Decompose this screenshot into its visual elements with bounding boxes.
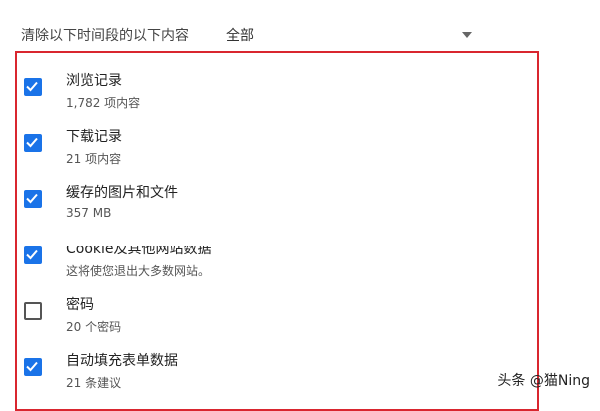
time-range-row: 清除以下时间段的以下内容 全部	[21, 22, 472, 48]
item-subtitle: 1,782 项内容	[66, 96, 141, 110]
checkbox-unchecked-icon[interactable]	[24, 302, 42, 320]
checkbox-checked-icon[interactable]	[24, 246, 42, 264]
item-title: 密码	[66, 297, 94, 313]
watermark: 头条 @猫Ning	[497, 373, 590, 389]
item-autofill[interactable]: 自动填充表单数据 21 条建议	[20, 338, 520, 390]
item-subtitle: 21 项内容	[66, 152, 122, 166]
time-range-select[interactable]: 全部	[226, 22, 476, 48]
item-title: 浏览记录	[66, 73, 122, 89]
item-subtitle: 这将使您退出大多数网站。	[66, 264, 211, 278]
item-subtitle: 357 MB	[66, 206, 112, 220]
item-subtitle: 21 条建议	[66, 376, 122, 390]
checkbox-checked-icon[interactable]	[24, 358, 42, 376]
item-passwords[interactable]: 密码 20 个密码	[20, 282, 520, 334]
time-range-label: 清除以下时间段的以下内容	[21, 28, 189, 44]
item-download-history[interactable]: 下载记录 21 项内容	[20, 114, 520, 166]
item-cookies[interactable]: Cookie及其他网站数据 这将使您退出大多数网站。	[20, 226, 520, 278]
checkbox-checked-icon[interactable]	[24, 190, 42, 208]
checkbox-checked-icon[interactable]	[24, 78, 42, 96]
item-browsing-history[interactable]: 浏览记录 1,782 项内容	[20, 58, 520, 110]
item-cached-images[interactable]: 缓存的图片和文件 357 MB	[20, 170, 520, 222]
dropdown-arrow-icon	[462, 32, 472, 38]
item-subtitle: 20 个密码	[66, 320, 122, 334]
item-title: 自动填充表单数据	[66, 353, 178, 369]
item-title: 下载记录	[66, 129, 122, 145]
time-range-value: 全部	[226, 28, 254, 44]
item-title: 缓存的图片和文件	[66, 185, 178, 201]
item-title: Cookie及其他网站数据	[66, 241, 212, 257]
checkbox-checked-icon[interactable]	[24, 134, 42, 152]
